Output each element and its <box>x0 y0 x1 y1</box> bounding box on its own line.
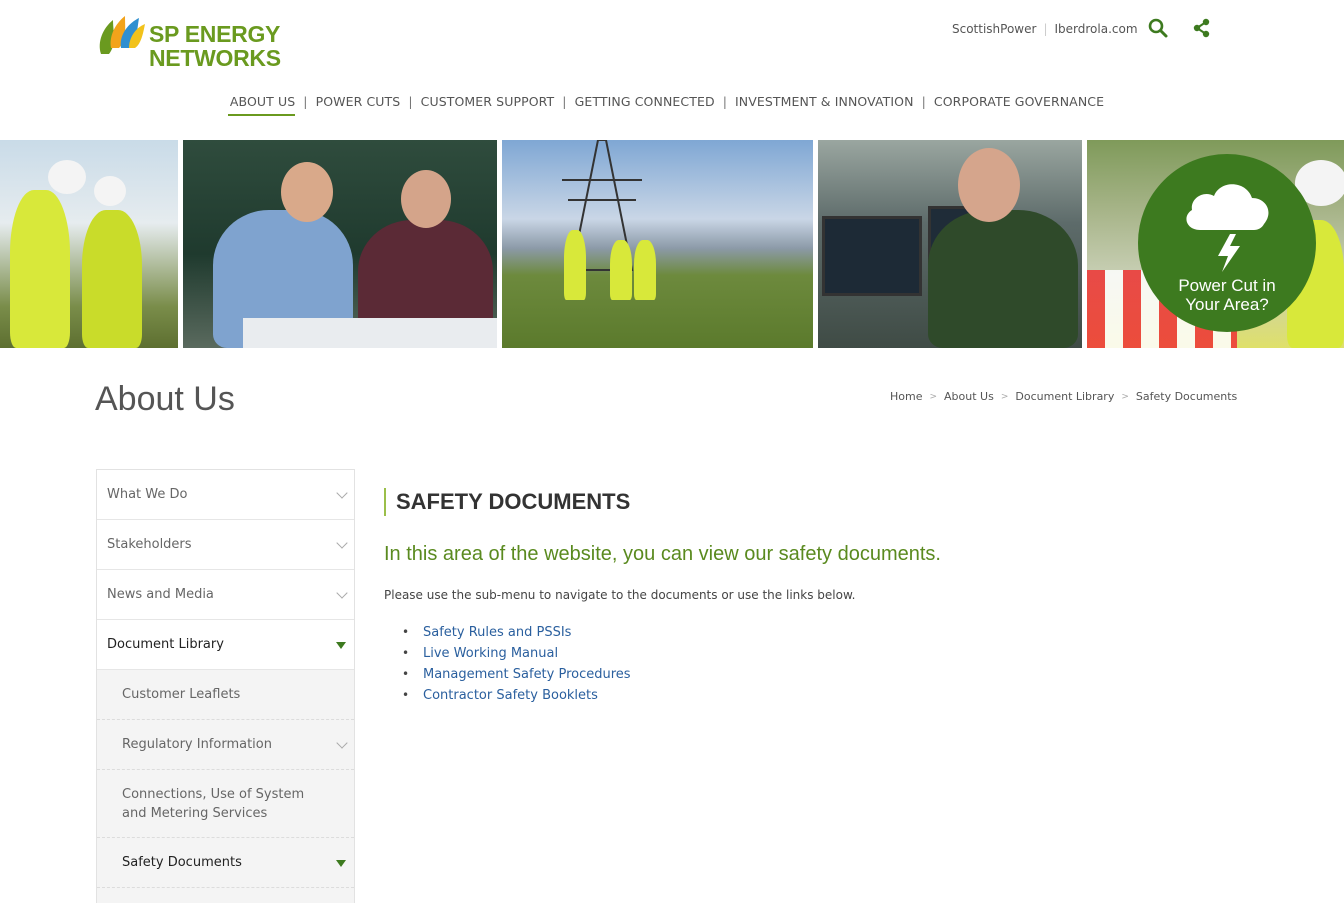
link-management-safety-procedures[interactable]: Management Safety Procedures <box>402 664 1284 685</box>
intro-text: In this area of the website, you can vie… <box>384 543 941 565</box>
power-cut-line-2: Your Area? <box>1185 295 1269 314</box>
scottishpower-link[interactable]: ScottishPower <box>952 22 1036 36</box>
nav-divider: | <box>303 94 308 109</box>
nav-corporate-governance[interactable]: CORPORATE GOVERNANCE <box>932 94 1106 116</box>
sidebar-item-document-library[interactable]: Document Library <box>97 620 354 670</box>
engineer-figure <box>610 240 632 300</box>
face-shape <box>401 170 451 228</box>
sidebar-subitem-label: Regulatory Information <box>122 737 272 752</box>
logo-line-2: NETWORKS <box>149 45 281 71</box>
sidebar-item-what-we-do[interactable]: What We Do <box>97 470 354 520</box>
hero-image-meeting <box>183 140 497 348</box>
helmet-shape <box>48 160 86 194</box>
breadcrumb-home[interactable]: Home <box>890 390 922 403</box>
monitor-shape <box>822 216 922 296</box>
link-safety-rules-pssis[interactable]: Safety Rules and PSSIs <box>402 622 1284 643</box>
pylon-illustration <box>562 140 642 271</box>
hero-image-pylon <box>502 140 813 348</box>
chevron-down-icon <box>336 486 348 499</box>
cloud-lightning-icon <box>1186 184 1269 272</box>
nav-divider: | <box>562 94 567 109</box>
breadcrumb-document-library[interactable]: Document Library <box>1015 390 1114 403</box>
chevron-down-icon <box>336 536 348 549</box>
sidebar-subitem-connections[interactable]: Connections, Use of System and Metering … <box>97 770 354 838</box>
engineer-figure <box>10 190 70 348</box>
breadcrumb-separator: > <box>1121 391 1129 402</box>
table-shape <box>243 318 497 348</box>
link-live-working-manual[interactable]: Live Working Manual <box>402 643 1284 664</box>
logo-drops-icon <box>99 16 145 54</box>
main-content: SAFETY DOCUMENTS In this area of the web… <box>384 488 1284 706</box>
sidebar-item-news-and-media[interactable]: News and Media <box>97 570 354 620</box>
link-contractor-safety-booklets[interactable]: Contractor Safety Booklets <box>402 685 1284 706</box>
breadcrumb-about-us[interactable]: About Us <box>944 390 994 403</box>
sp-energy-networks-logo[interactable]: SP ENERGY NETWORKS <box>95 14 295 72</box>
nav-divider: | <box>722 94 727 109</box>
sidebar-subitem-next <box>97 888 354 903</box>
engineer-figure <box>928 210 1078 348</box>
nav-divider: | <box>408 94 413 109</box>
sidebar-menu: What We Do Stakeholders News and Media D… <box>96 469 355 903</box>
engineer-figure <box>634 240 656 300</box>
breadcrumb-separator: > <box>1000 391 1009 402</box>
face-shape <box>958 148 1020 222</box>
logo-text: SP ENERGY NETWORKS <box>149 22 281 70</box>
sidebar-item-label: What We Do <box>107 487 188 502</box>
helmet-shape <box>94 176 126 206</box>
face-shape <box>281 162 333 222</box>
search-icon <box>1148 18 1168 38</box>
sidebar-subitem-customer-leaflets[interactable]: Customer Leaflets <box>97 670 354 720</box>
nav-investment-innovation[interactable]: INVESTMENT & INNOVATION <box>733 94 916 116</box>
main-navigation: ABOUT US | POWER CUTS | CUSTOMER SUPPORT… <box>0 94 1344 116</box>
page-title: About Us <box>95 380 235 418</box>
sidebar-item-label: Stakeholders <box>107 537 192 552</box>
nav-divider: | <box>921 94 926 109</box>
search-button[interactable] <box>1147 17 1169 39</box>
engineer-figure <box>564 230 586 300</box>
breadcrumb-separator: > <box>929 391 938 402</box>
power-cut-in-your-area-button[interactable]: Power Cut in Your Area? <box>1138 154 1316 332</box>
sidebar-subitem-label: Connections, Use of System and Metering … <box>122 786 305 821</box>
power-cut-line-1: Power Cut in <box>1178 276 1276 295</box>
sidebar-item-label: Document Library <box>107 637 224 652</box>
nav-customer-support[interactable]: CUSTOMER SUPPORT <box>419 94 557 116</box>
sidebar-subitem-label: Safety Documents <box>122 855 242 870</box>
share-button[interactable] <box>1191 17 1213 39</box>
nav-getting-connected[interactable]: GETTING CONNECTED <box>573 94 717 116</box>
share-icon <box>1193 18 1210 38</box>
engineer-figure <box>82 210 142 348</box>
safety-links-list: Safety Rules and PSSIs Live Working Manu… <box>384 622 1284 706</box>
triangle-down-icon <box>336 641 346 649</box>
nav-power-cuts[interactable]: POWER CUTS <box>314 94 403 116</box>
sidebar-item-label: News and Media <box>107 587 214 602</box>
iberdrola-link[interactable]: Iberdrola.com <box>1055 22 1138 36</box>
chevron-down-icon <box>336 586 348 599</box>
top-links: ScottishPower | Iberdrola.com <box>952 19 1138 39</box>
sidebar-item-stakeholders[interactable]: Stakeholders <box>97 520 354 570</box>
triangle-down-icon <box>336 859 346 867</box>
sidebar-subitem-safety-documents[interactable]: Safety Documents <box>97 838 354 888</box>
chevron-down-icon <box>336 736 348 749</box>
nav-about-us[interactable]: ABOUT US <box>227 94 297 116</box>
top-links-separator: | <box>1043 22 1048 36</box>
breadcrumb-safety-documents: Safety Documents <box>1135 390 1238 403</box>
breadcrumb: Home > About Us > Document Library > Saf… <box>890 390 1237 403</box>
hero-image-engineers <box>0 140 178 348</box>
logo-line-1: SP ENERGY <box>149 21 281 47</box>
power-cut-label: Power Cut in Your Area? <box>1138 276 1316 314</box>
sidebar-subitem-label: Customer Leaflets <box>122 687 241 702</box>
hero-image-control-room <box>818 140 1082 348</box>
instruction-text: Please use the sub-menu to navigate to t… <box>384 588 856 602</box>
main-nav-items: ABOUT US | POWER CUTS | CUSTOMER SUPPORT… <box>227 94 1106 116</box>
section-title: SAFETY DOCUMENTS <box>384 488 1284 516</box>
sidebar-subitem-regulatory-information[interactable]: Regulatory Information <box>97 720 354 770</box>
